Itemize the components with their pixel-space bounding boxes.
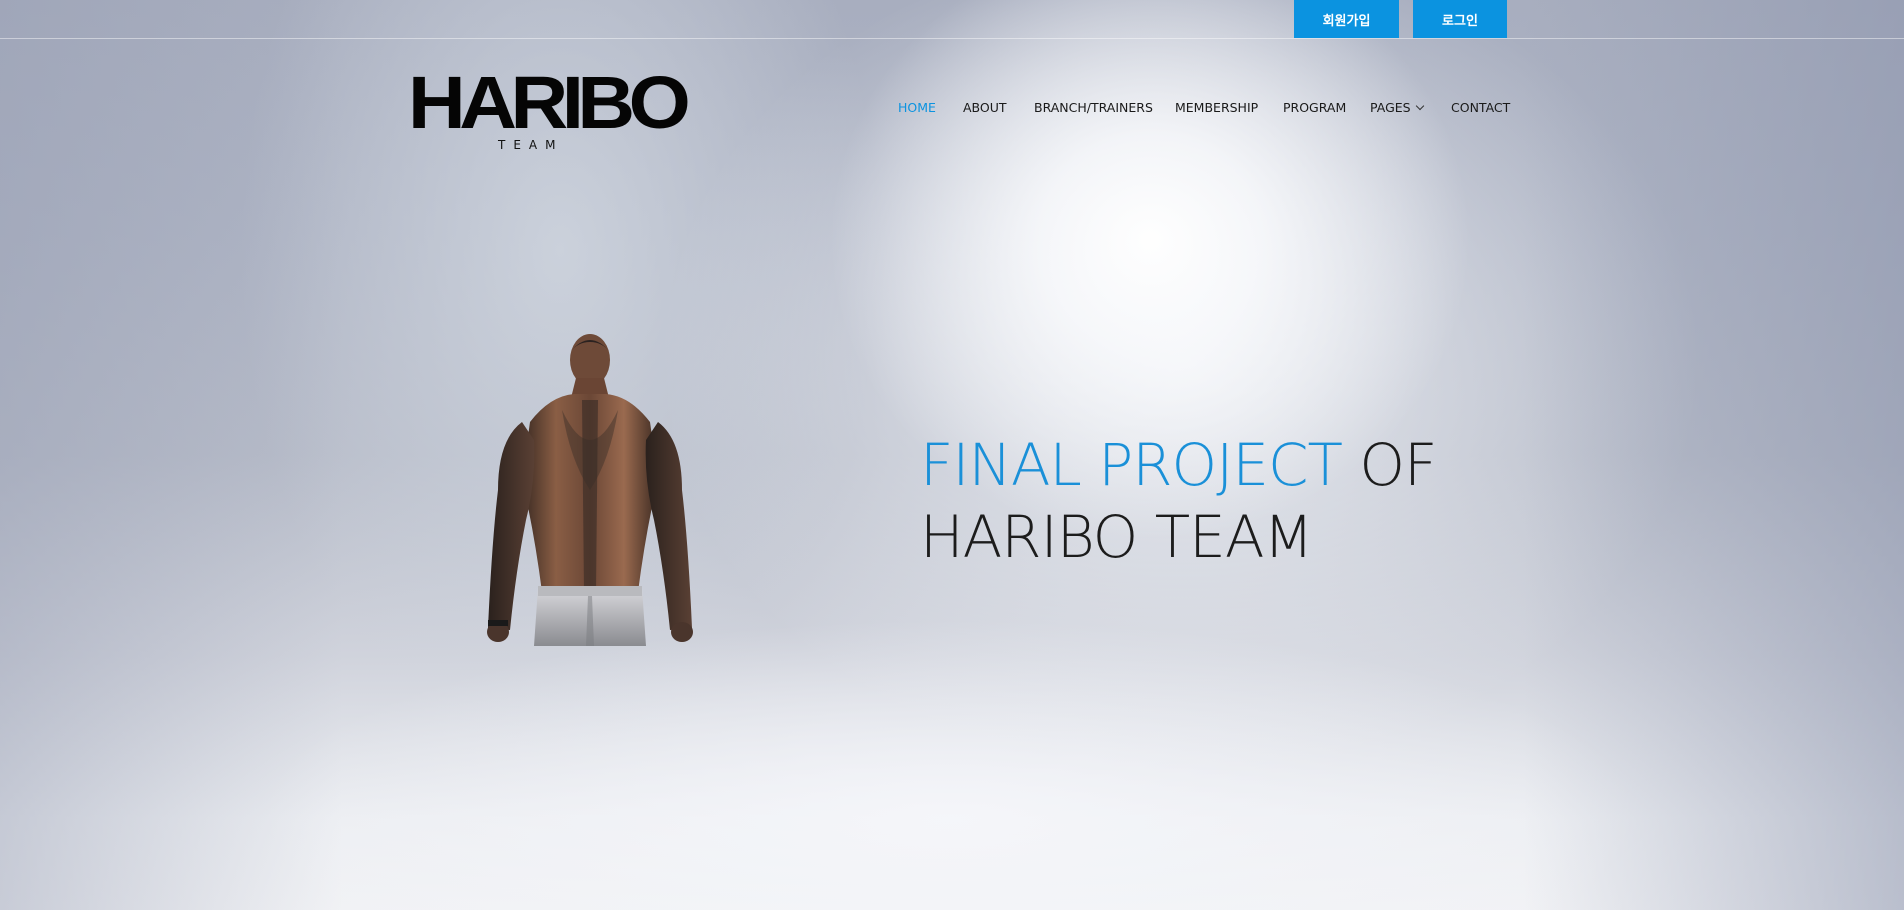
athlete-back-image: [487, 334, 693, 646]
nav-item-home[interactable]: HOME: [898, 100, 936, 115]
nav-item-pages-label: PAGES: [1370, 100, 1411, 115]
hero-headline: FINAL PROJECT OF HARIBO TEAM: [920, 429, 1540, 573]
nav-item-contact[interactable]: CONTACT: [1451, 100, 1510, 115]
logo-wordmark: HARIBO: [408, 61, 691, 144]
nav-item-program[interactable]: PROGRAM: [1283, 100, 1346, 115]
nav-item-membership[interactable]: MEMBERSHIP: [1175, 100, 1258, 115]
page: 회원가입 로그인 HARIBO TEAM HOME ABOUT BRANCH/T…: [0, 0, 1904, 910]
headline-line-1: FINAL PROJECT OF: [920, 429, 1540, 501]
nav-item-about[interactable]: ABOUT: [963, 100, 1007, 115]
top-utility-bar: 회원가입 로그인: [0, 0, 1904, 39]
headline-line-2: HARIBO TEAM: [920, 502, 1314, 571]
logo-subtitle: TEAM: [498, 138, 564, 152]
nav-item-branch-trainers[interactable]: BRANCH/TRAINERS: [1034, 100, 1153, 115]
chevron-down-icon: [1415, 101, 1424, 111]
signup-button[interactable]: 회원가입: [1294, 0, 1399, 38]
headline-highlight: FINAL PROJECT: [920, 430, 1343, 499]
site-logo[interactable]: HARIBO TEAM: [408, 66, 691, 153]
nav-item-pages[interactable]: PAGES: [1370, 100, 1424, 115]
headline-rest: OF: [1359, 430, 1437, 499]
login-button[interactable]: 로그인: [1413, 0, 1507, 38]
